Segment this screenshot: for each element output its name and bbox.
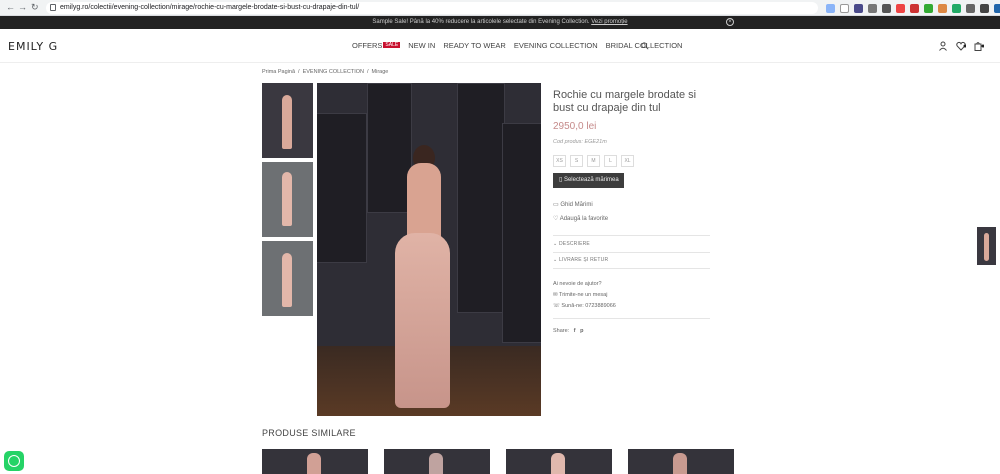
heart-icon: ♡ (553, 216, 560, 222)
extension-icon[interactable] (952, 3, 961, 13)
forward-icon[interactable]: → (18, 2, 27, 12)
product-thumbnail[interactable] (262, 241, 313, 316)
facebook-icon[interactable]: f (574, 328, 576, 334)
add-favorite-link[interactable]: ♡ Adaugă la favorite (553, 215, 608, 222)
message-link[interactable]: ✉ Trimite-ne un mesaj (553, 292, 607, 298)
size-selector: XS S M L XL (553, 155, 634, 167)
reload-icon[interactable]: ↻ (31, 2, 39, 13)
breadcrumb-current[interactable]: Mirage (372, 69, 389, 75)
size-option-m[interactable]: M (587, 155, 600, 167)
user-icon[interactable] (938, 41, 948, 51)
product-sku: Cod produs: EGE21m (553, 139, 607, 145)
divider (553, 318, 710, 319)
size-option-s[interactable]: S (570, 155, 583, 167)
divider (553, 268, 710, 269)
pinterest-icon[interactable]: p (580, 328, 583, 334)
size-option-xl[interactable]: XL (621, 155, 634, 167)
address-bar[interactable]: emilyg.ro/colectii/evening-collection/mi… (46, 2, 818, 14)
favorite-label: Adaugă la favorite (559, 216, 609, 222)
promo-text: Sample Sale! Până la 40% reducere la art… (372, 19, 590, 25)
phone-link[interactable]: ☏ Sună-ne: 0723889066 (553, 303, 616, 309)
product-title: Rochie cu margele brodate si bust cu dra… (553, 89, 697, 114)
phone-label: Sună-ne: 0723889066 (561, 303, 616, 309)
share-label: Share: (553, 328, 570, 334)
similar-product-card[interactable] (628, 449, 734, 474)
similar-product-card[interactable] (262, 449, 368, 474)
similar-product-card[interactable] (506, 449, 612, 474)
extension-icon[interactable] (910, 3, 919, 13)
translate-icon[interactable] (826, 3, 835, 13)
product-thumbnail[interactable] (262, 83, 313, 158)
recent-product-widget[interactable] (977, 227, 996, 265)
extension-icon[interactable] (966, 3, 975, 13)
select-size-label: Selectează mărimea (563, 177, 619, 183)
extensions-bar (826, 2, 1000, 14)
delivery-label: LIVRARE ȘI RETUR (558, 257, 609, 263)
lock-icon (50, 4, 56, 11)
divider (553, 235, 710, 236)
divider (553, 252, 710, 253)
description-accordion[interactable]: ⌄ DESCRIERE (553, 241, 590, 247)
extension-icon[interactable] (980, 3, 989, 13)
breadcrumb-collection[interactable]: EVENING COLLECTION (303, 69, 364, 75)
sale-badge: SALE (383, 42, 401, 48)
search-icon[interactable] (641, 42, 649, 50)
main-nav: OFFERS SALE NEW IN READY TO WEAR EVENING … (352, 41, 682, 50)
heart-icon[interactable] (956, 41, 966, 51)
nav-offers[interactable]: OFFERS SALE (352, 41, 401, 50)
cart-icon[interactable] (974, 41, 984, 51)
extension-icon[interactable] (882, 3, 891, 13)
share-row: Share: f p (553, 328, 584, 334)
similar-product-card[interactable] (384, 449, 490, 474)
nav-evening-collection[interactable]: EVENING COLLECTION (514, 41, 598, 50)
logo[interactable]: EMILY G (8, 40, 58, 53)
description-label: DESCRIERE (558, 241, 590, 247)
extension-icon[interactable] (868, 3, 877, 13)
size-option-xs[interactable]: XS (553, 155, 566, 167)
nav-offers-label: OFFERS (352, 41, 383, 50)
breadcrumb: Prima Pagină / EVENING COLLECTION / Mirage (262, 69, 389, 75)
nav-new-in[interactable]: NEW IN (408, 41, 435, 50)
similar-products-title: PRODUSE SIMILARE (262, 428, 356, 438)
close-icon[interactable]: × (726, 18, 734, 26)
header-icons (938, 41, 984, 51)
url-text: emilyg.ro/colectii/evening-collection/mi… (60, 4, 360, 11)
size-option-l[interactable]: L (604, 155, 617, 167)
browser-toolbar: ← → ↻ emilyg.ro/colectii/evening-collect… (0, 0, 1000, 16)
product-thumbnail[interactable] (262, 162, 313, 237)
help-title: Ai nevoie de ajutor? (553, 281, 602, 287)
breadcrumb-home[interactable]: Prima Pagină (262, 69, 295, 75)
site-header: EMILY G OFFERS SALE NEW IN READY TO WEAR … (0, 29, 1000, 63)
delivery-accordion[interactable]: ⌄ LIVRARE ȘI RETUR (553, 257, 608, 263)
size-guide-link[interactable]: ▭ Ghid Mărimi (553, 201, 593, 208)
back-icon[interactable]: ← (6, 2, 15, 12)
promo-link[interactable]: Vezi promoție (591, 19, 627, 25)
select-size-button[interactable]: ▯ Selectează mărimea (553, 173, 624, 188)
product-price: 2950,0 lei (553, 121, 597, 132)
extension-icon[interactable] (896, 3, 905, 13)
star-icon[interactable] (840, 3, 849, 13)
extension-icon[interactable] (994, 3, 1000, 13)
extension-icon[interactable] (924, 3, 933, 13)
size-guide-label: Ghid Mărimi (560, 202, 593, 208)
nav-ready-to-wear[interactable]: READY TO WEAR (443, 41, 506, 50)
extension-icon[interactable] (938, 3, 947, 13)
main-product-image[interactable] (317, 83, 541, 416)
whatsapp-icon[interactable] (4, 451, 24, 471)
extension-icon[interactable] (854, 3, 863, 13)
promo-bar: Sample Sale! Până la 40% reducere la art… (0, 16, 1000, 29)
message-label: Trimite-ne un mesaj (559, 292, 608, 298)
